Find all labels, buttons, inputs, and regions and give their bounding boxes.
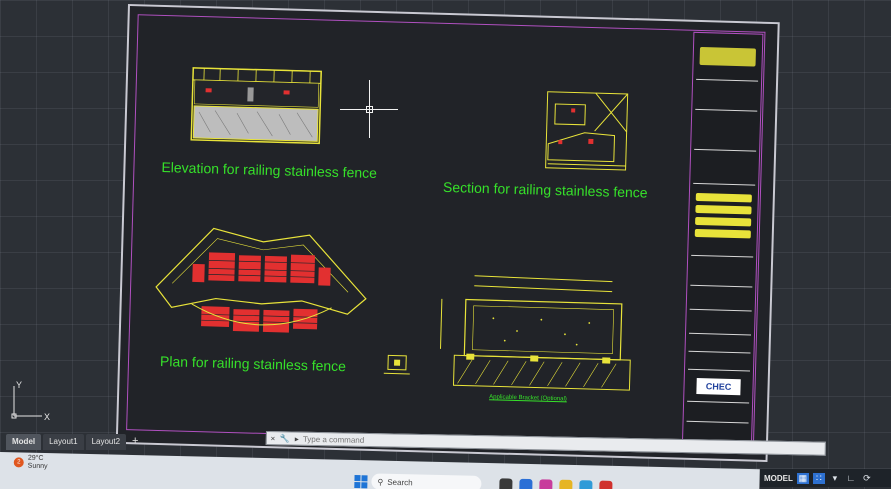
add-layout-button[interactable]: + bbox=[128, 434, 142, 450]
taskbar-app-icon[interactable] bbox=[499, 478, 513, 489]
title-block-divider bbox=[696, 78, 759, 82]
snap-icon[interactable]: ∷ bbox=[812, 472, 825, 484]
wrench-icon[interactable]: 🔧 bbox=[279, 434, 291, 443]
ucs-y-label: Y bbox=[16, 380, 22, 390]
title-block-divider bbox=[689, 332, 752, 336]
taskbar-app-icon[interactable] bbox=[539, 479, 553, 489]
tab-model[interactable]: Model bbox=[6, 434, 42, 450]
tab-layout2[interactable]: Layout2 bbox=[85, 434, 127, 450]
title-block[interactable]: CHEC bbox=[681, 31, 764, 446]
taskbar-app-icon[interactable] bbox=[599, 480, 613, 489]
title-block-divider bbox=[689, 308, 752, 312]
title-block-legend bbox=[694, 228, 751, 239]
command-input[interactable] bbox=[302, 434, 503, 448]
chec-logo: CHEC bbox=[696, 378, 741, 396]
title-block-divider bbox=[695, 108, 758, 112]
autocad-screen: Elevation for railing stainless fence Se… bbox=[0, 0, 891, 489]
elevation-drawing[interactable] bbox=[190, 66, 324, 152]
model-space-button[interactable]: MODEL bbox=[764, 474, 793, 483]
title-block-divider bbox=[690, 284, 753, 288]
search-icon: ⚲ bbox=[377, 477, 384, 487]
title-block-divider bbox=[686, 420, 749, 424]
title-block-divider bbox=[694, 148, 757, 152]
prompt-icon: ▸ bbox=[294, 434, 299, 444]
title-block-divider bbox=[688, 368, 751, 372]
title-block-divider bbox=[688, 350, 751, 354]
section-drawing[interactable] bbox=[544, 90, 632, 172]
grid-icon[interactable]: ▦ bbox=[796, 472, 809, 484]
weather-description: Sunny bbox=[27, 462, 48, 471]
layout-tabs: Model Layout1 Layout2 + bbox=[0, 434, 270, 450]
title-block-legend bbox=[695, 204, 752, 215]
ortho-icon[interactable]: ∟ bbox=[845, 473, 857, 484]
search-label: Search bbox=[387, 477, 413, 487]
weather-widget[interactable]: 2 29°C Sunny bbox=[13, 454, 48, 471]
title-block-legend bbox=[695, 216, 752, 227]
taskbar-app-icon[interactable] bbox=[579, 480, 593, 489]
taskbar-search[interactable]: ⚲ Search bbox=[371, 473, 482, 489]
bracket-detail[interactable] bbox=[382, 353, 413, 380]
title-block-legend bbox=[695, 192, 752, 203]
tab-layout1[interactable]: Layout1 bbox=[43, 434, 84, 450]
plan-drawing[interactable] bbox=[151, 223, 376, 349]
ucs-icon: Y X bbox=[11, 380, 50, 422]
drawing-sheet[interactable]: Elevation for railing stainless fence Se… bbox=[115, 4, 780, 463]
taskbar-app-icon[interactable] bbox=[519, 478, 533, 489]
title-block-divider bbox=[691, 254, 754, 258]
polar-icon[interactable]: ⟳ bbox=[861, 473, 873, 484]
title-block-logo bbox=[699, 46, 757, 67]
crosshair-pickbox bbox=[366, 106, 373, 113]
windows-start-button[interactable] bbox=[354, 475, 368, 489]
close-icon[interactable]: × bbox=[267, 434, 279, 443]
sun-icon: 2 bbox=[13, 457, 24, 468]
ucs-x-label: X bbox=[44, 412, 50, 422]
title-block-divider bbox=[687, 400, 750, 404]
status-bar: MODEL ▦ ∷ ▾ ∟ ⟳ bbox=[760, 469, 891, 487]
dropdown-icon[interactable]: ▾ bbox=[829, 473, 841, 484]
bracket-section-drawing[interactable] bbox=[431, 269, 634, 395]
taskbar-app-icon[interactable] bbox=[559, 479, 573, 489]
title-block-divider bbox=[693, 182, 756, 186]
